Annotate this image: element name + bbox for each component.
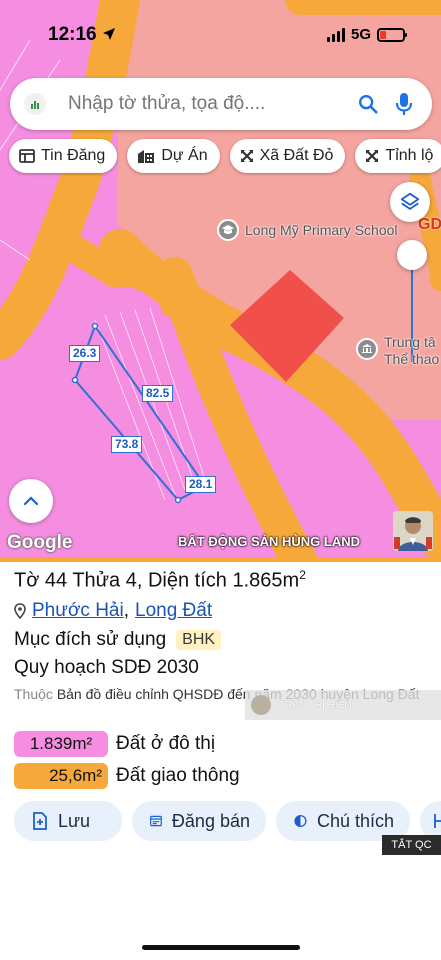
save-button[interactable]: Lưu [14,801,122,841]
expand-sheet-button[interactable] [9,479,53,523]
parcel-location: Phước Hải, Long Đất [14,600,212,622]
staff-overlay: TRẦN THỊ HIỀN [245,690,441,720]
cross-arrows-icon [240,150,253,162]
legend-area-badge: 25,6m² [14,763,108,789]
opacity-slider-thumb[interactable] [397,240,427,270]
purpose-code-badge: BHK [176,630,222,650]
map-view[interactable]: 12:16 5G Nhập tờ thửa, tọa độ.... Tin Đă… [0,0,441,562]
poi-label: Trung tâ Thể thao [384,334,440,367]
location-pin-icon [14,603,26,619]
search-input[interactable]: Nhập tờ thửa, tọa độ.... [68,93,350,115]
parcel-title: Tờ 44 Thửa 4, Diện tích 1.865m2 [14,568,306,592]
legend-label: Đất ở đô thị [116,733,216,754]
person-photo-icon [393,511,433,551]
app-logo-icon [24,93,46,115]
chip-label: Tin Đăng [41,147,106,164]
status-time: 12:16 [48,24,116,46]
network-type: 5G [350,26,371,43]
signal-icon [326,27,345,42]
filter-chips: Tin Đăng Dự Án Xã Đất Đỏ Tỉnh lộ [9,139,441,173]
stadium-icon [356,338,378,360]
chip-label: Xã Đất Đỏ [259,147,334,164]
poi-label: Long Mỹ Primary School [245,221,398,238]
dimension-label: 28.1 [185,476,217,493]
share-icon [434,814,441,828]
ward-link[interactable]: Phước Hải [32,600,124,622]
search-bar[interactable]: Nhập tờ thửa, tọa độ.... [10,78,432,130]
chip-label: Dự Án [161,147,208,164]
buildings-icon [138,150,155,163]
dimension-label: 73.8 [111,436,143,453]
chevron-up-icon [23,496,39,506]
source-prefix: Thuộc [14,686,53,702]
home-indicator[interactable] [142,945,300,950]
chip-xa-dat-do[interactable]: Xã Đất Đỏ [229,139,346,173]
chip-tin-dang[interactable]: Tin Đăng [9,139,118,173]
dimension-label: 26.3 [69,345,101,362]
microphone-icon [395,93,413,115]
legend-label: Đất giao thông [116,765,240,786]
search-icon [359,95,378,114]
hide-ads-button[interactable]: TẮT QC [382,835,441,855]
chip-tinh-lo[interactable]: Tỉnh lộ [355,139,441,173]
location-separator: , [123,600,129,621]
agent-avatar[interactable] [393,511,433,551]
status-indicators: 5G [326,26,407,43]
chip-du-an[interactable]: Dự Án [127,139,220,173]
poi-school[interactable]: Long Mỹ Primary School [217,219,398,241]
legend-row-residential: 1.839m² Đất ở đô thị [14,731,215,757]
bookmark-add-icon [33,812,47,830]
search-button[interactable] [350,86,386,122]
post-sale-label: Đăng bán [171,810,250,831]
district-link[interactable]: Long Đất [135,600,212,622]
chip-label: Tỉnh lộ [385,147,434,164]
map-watermark: BẤT ĐỘNG SẢN HÙNG LAND [178,534,360,549]
layers-button[interactable] [390,182,430,222]
land-use-purpose: Mục đích sử dụng BHK [14,629,222,651]
legend-button-label: Chú thích [316,810,394,831]
contrast-icon [294,814,307,828]
staff-avatar [251,695,271,715]
layers-icon [400,192,420,210]
save-label: Lưu [58,810,91,831]
staff-name: TRẦN THỊ HIỀN [279,699,352,711]
post-sale-button[interactable]: Đăng bán [132,801,266,841]
location-arrow-icon [102,28,115,40]
google-logo: Google [7,532,73,553]
school-icon [217,219,239,241]
dimension-label: 82.5 [142,385,174,402]
legend-area-badge: 1.839m² [14,731,108,757]
poi-sports-center[interactable]: Trung tâ Thể thao [356,334,439,368]
listing-icon [150,815,162,827]
action-buttons: Lưu Đăng bán Chú thích [14,801,441,841]
cross-arrows-icon [366,150,379,162]
voice-search-button[interactable] [386,86,422,122]
planning-title: Quy hoạch SDĐ 2030 [14,657,199,678]
legend-row-road: 25,6m² Đất giao thông [14,763,240,789]
purpose-label: Mục đích sử dụng [14,629,167,650]
newspaper-icon [19,149,35,163]
status-bar: 12:16 5G [0,0,441,62]
battery-icon [377,27,407,42]
map-label-partial: GD [418,216,441,233]
